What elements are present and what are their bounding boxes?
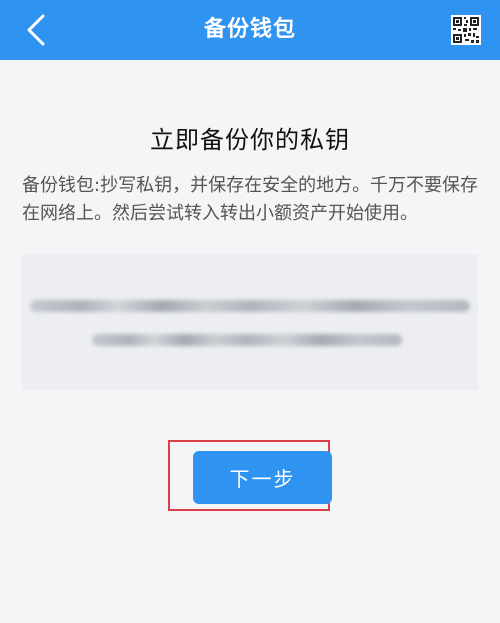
private-key-display xyxy=(22,254,478,390)
backup-heading: 立即备份你的私钥 xyxy=(150,126,350,154)
qr-code-button[interactable] xyxy=(446,10,486,50)
private-key-line-2 xyxy=(92,334,402,346)
next-step-button[interactable]: 下一步 xyxy=(193,451,332,504)
private-key-line-1 xyxy=(30,300,470,312)
qr-code-icon xyxy=(451,15,481,45)
nav-bar: 备份钱包 xyxy=(0,0,500,60)
page-title: 备份钱包 xyxy=(203,17,296,42)
backup-instructions: 备份钱包:抄写私钥，并保存在安全的地方。千万不要保存在网络上。然后尝试转入转出小… xyxy=(22,175,479,224)
